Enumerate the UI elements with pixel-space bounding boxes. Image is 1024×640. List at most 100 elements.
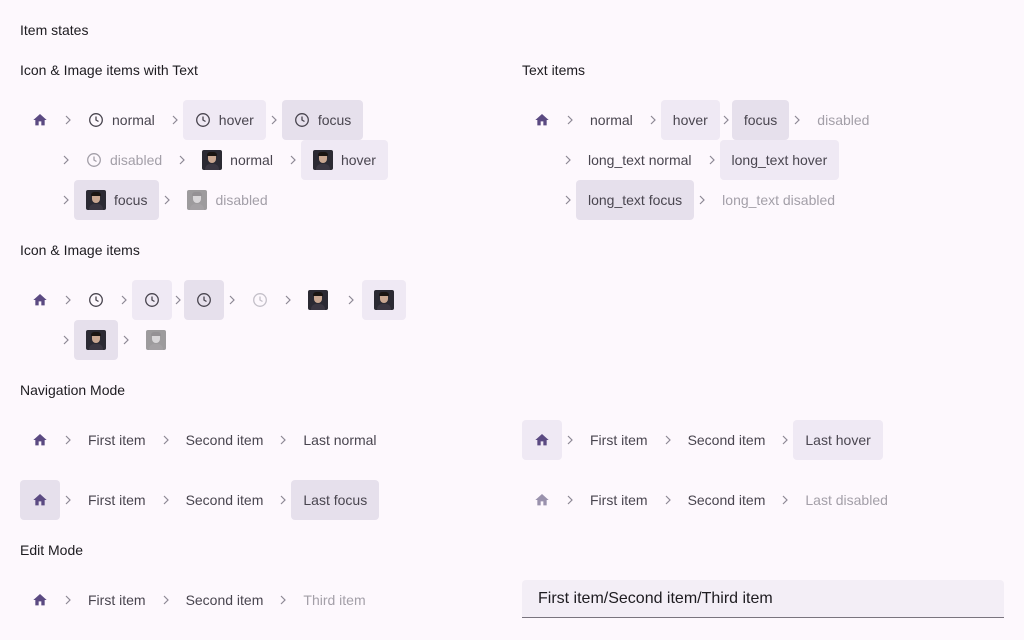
breadcrumb-home[interactable] — [20, 280, 60, 320]
breadcrumb-item-icon-only-hover[interactable] — [132, 280, 172, 320]
chevron-right-icon — [158, 480, 174, 520]
chevron-right-icon — [562, 420, 578, 460]
clock-icon — [88, 112, 104, 128]
breadcrumb-home[interactable] — [20, 420, 60, 460]
chevron-right-icon — [660, 420, 676, 460]
breadcrumb-item-label: focus — [114, 192, 148, 208]
chevron-right-icon — [562, 100, 578, 140]
chevron-right-icon — [58, 180, 74, 220]
breadcrumb-home[interactable] — [522, 100, 562, 140]
breadcrumb-item-second[interactable]: Second item — [174, 480, 276, 520]
breadcrumb-item-icon-focus[interactable]: focus — [281, 100, 364, 140]
breadcrumb-item-image-focus[interactable]: focus — [74, 180, 160, 220]
breadcrumb-item-text-normal[interactable]: normal — [578, 100, 645, 140]
breadcrumb-home[interactable] — [522, 420, 562, 460]
breadcrumb-item-label: hover — [218, 112, 254, 128]
breadcrumb-item-image-only-normal[interactable] — [296, 280, 340, 320]
avatar-image — [146, 330, 166, 350]
edit-field-value: First item/Second item/Third item — [538, 589, 773, 607]
breadcrumb-item-last[interactable]: Last normal — [291, 420, 388, 460]
chevron-right-icon — [560, 140, 576, 180]
breadcrumb-nav-last-focus: First item Second item Last focus — [20, 480, 380, 520]
breadcrumb-item-icon-normal[interactable]: normal — [76, 100, 167, 140]
home-icon — [32, 432, 48, 448]
chevron-right-icon — [660, 480, 676, 520]
chevron-right-icon — [158, 420, 174, 460]
section-title-icon-image: Icon & Image items — [20, 242, 140, 258]
breadcrumb-item-first[interactable]: First item — [76, 580, 158, 620]
clock-icon — [86, 152, 102, 168]
chevron-right-icon — [224, 280, 240, 320]
breadcrumb-item-last[interactable]: Last focus — [291, 480, 380, 520]
chevron-right-icon — [60, 580, 76, 620]
breadcrumb-item-first[interactable]: First item — [578, 480, 660, 520]
breadcrumb-home[interactable] — [522, 480, 562, 520]
avatar-image — [86, 330, 106, 350]
breadcrumb-item-image-hover[interactable]: hover — [300, 140, 388, 180]
breadcrumb-item-long-hover[interactable]: long_text hover — [719, 140, 840, 180]
breadcrumb-nav-last-hover: First item Second item Last hover — [522, 420, 883, 460]
breadcrumb-item-text-hover[interactable]: hover — [660, 100, 720, 140]
breadcrumb-nav-last-disabled: First item Second item Last disabled — [522, 480, 900, 520]
breadcrumb-item-first[interactable]: First item — [76, 420, 158, 460]
chevron-right-icon — [159, 180, 175, 220]
clock-icon — [252, 292, 268, 308]
avatar-image — [374, 290, 394, 310]
breadcrumb-icon-image-text-row-2: disabled normal hover — [58, 140, 388, 180]
breadcrumb-item-text-focus[interactable]: focus — [731, 100, 790, 140]
breadcrumb-home[interactable] — [20, 580, 60, 620]
home-icon — [32, 592, 48, 608]
breadcrumb-item-last: Last disabled — [805, 492, 888, 508]
breadcrumb-edit-mode: First item Second item Third item — [20, 580, 378, 620]
breadcrumb-item-first[interactable]: First item — [578, 420, 660, 460]
breadcrumb-edit-field[interactable]: First item/Second item/Third item — [522, 580, 1004, 618]
chevron-right-icon — [285, 140, 301, 180]
breadcrumb-item-image-only-hover[interactable] — [362, 280, 406, 320]
breadcrumb-home[interactable] — [20, 100, 60, 140]
page-title: Item states — [20, 22, 89, 38]
breadcrumb-item-icon-only-focus[interactable] — [184, 280, 224, 320]
breadcrumb-item-long-focus[interactable]: long_text focus — [576, 180, 695, 220]
breadcrumb-item-label: disabled — [215, 192, 268, 208]
clock-icon — [196, 292, 212, 308]
avatar-image — [312, 150, 333, 170]
breadcrumb-icon-image-row-2 — [58, 320, 178, 360]
breadcrumb-item-icon-hover[interactable]: hover — [182, 100, 266, 140]
chevron-right-icon — [172, 280, 184, 320]
breadcrumb-item-image-disabled: disabled — [175, 180, 279, 220]
breadcrumb-item-second[interactable]: Second item — [174, 420, 276, 460]
breadcrumb-icon-image-text-row-3: focus disabled — [58, 180, 280, 220]
clock-icon — [88, 292, 104, 308]
chevron-right-icon — [560, 180, 576, 220]
breadcrumb-item-image-only-focus[interactable] — [74, 320, 118, 360]
breadcrumb-item-icon-disabled: disabled — [74, 140, 174, 180]
breadcrumb-item-label: normal — [112, 112, 155, 128]
breadcrumb-item-second[interactable]: Second item — [676, 480, 778, 520]
chevron-right-icon — [280, 280, 296, 320]
breadcrumb-item-first[interactable]: First item — [76, 480, 158, 520]
breadcrumb-item-icon-only-normal[interactable] — [76, 280, 116, 320]
breadcrumb-item-second[interactable]: Second item — [174, 580, 276, 620]
breadcrumb-item-last[interactable]: Last hover — [793, 420, 883, 460]
chevron-right-icon — [275, 480, 291, 520]
breadcrumb-item-image-normal[interactable]: normal — [190, 140, 285, 180]
avatar-image — [308, 290, 328, 310]
avatar-image — [86, 190, 106, 210]
chevron-right-icon — [340, 280, 362, 320]
breadcrumb-item-long-normal[interactable]: long_text normal — [576, 140, 704, 180]
chevron-right-icon — [174, 140, 190, 180]
chevron-right-icon — [694, 180, 710, 220]
breadcrumb-item-third: Third item — [303, 592, 366, 608]
breadcrumb-icon-image-text-row-1: normal hover focus — [20, 100, 364, 140]
chevron-right-icon — [777, 480, 793, 520]
breadcrumb-item-second[interactable]: Second item — [676, 420, 778, 460]
home-icon — [32, 112, 48, 128]
chevron-right-icon — [789, 100, 805, 140]
breadcrumb-home[interactable] — [20, 480, 60, 520]
chevron-right-icon — [158, 580, 174, 620]
breadcrumb-text-items-row-1: normal hover focus disabled — [522, 100, 881, 140]
clock-icon — [195, 112, 211, 128]
breadcrumb-item-text-disabled: disabled — [817, 112, 870, 128]
breadcrumb-item-icon-only-disabled — [240, 280, 280, 320]
section-title-navigation-mode: Navigation Mode — [20, 382, 126, 398]
